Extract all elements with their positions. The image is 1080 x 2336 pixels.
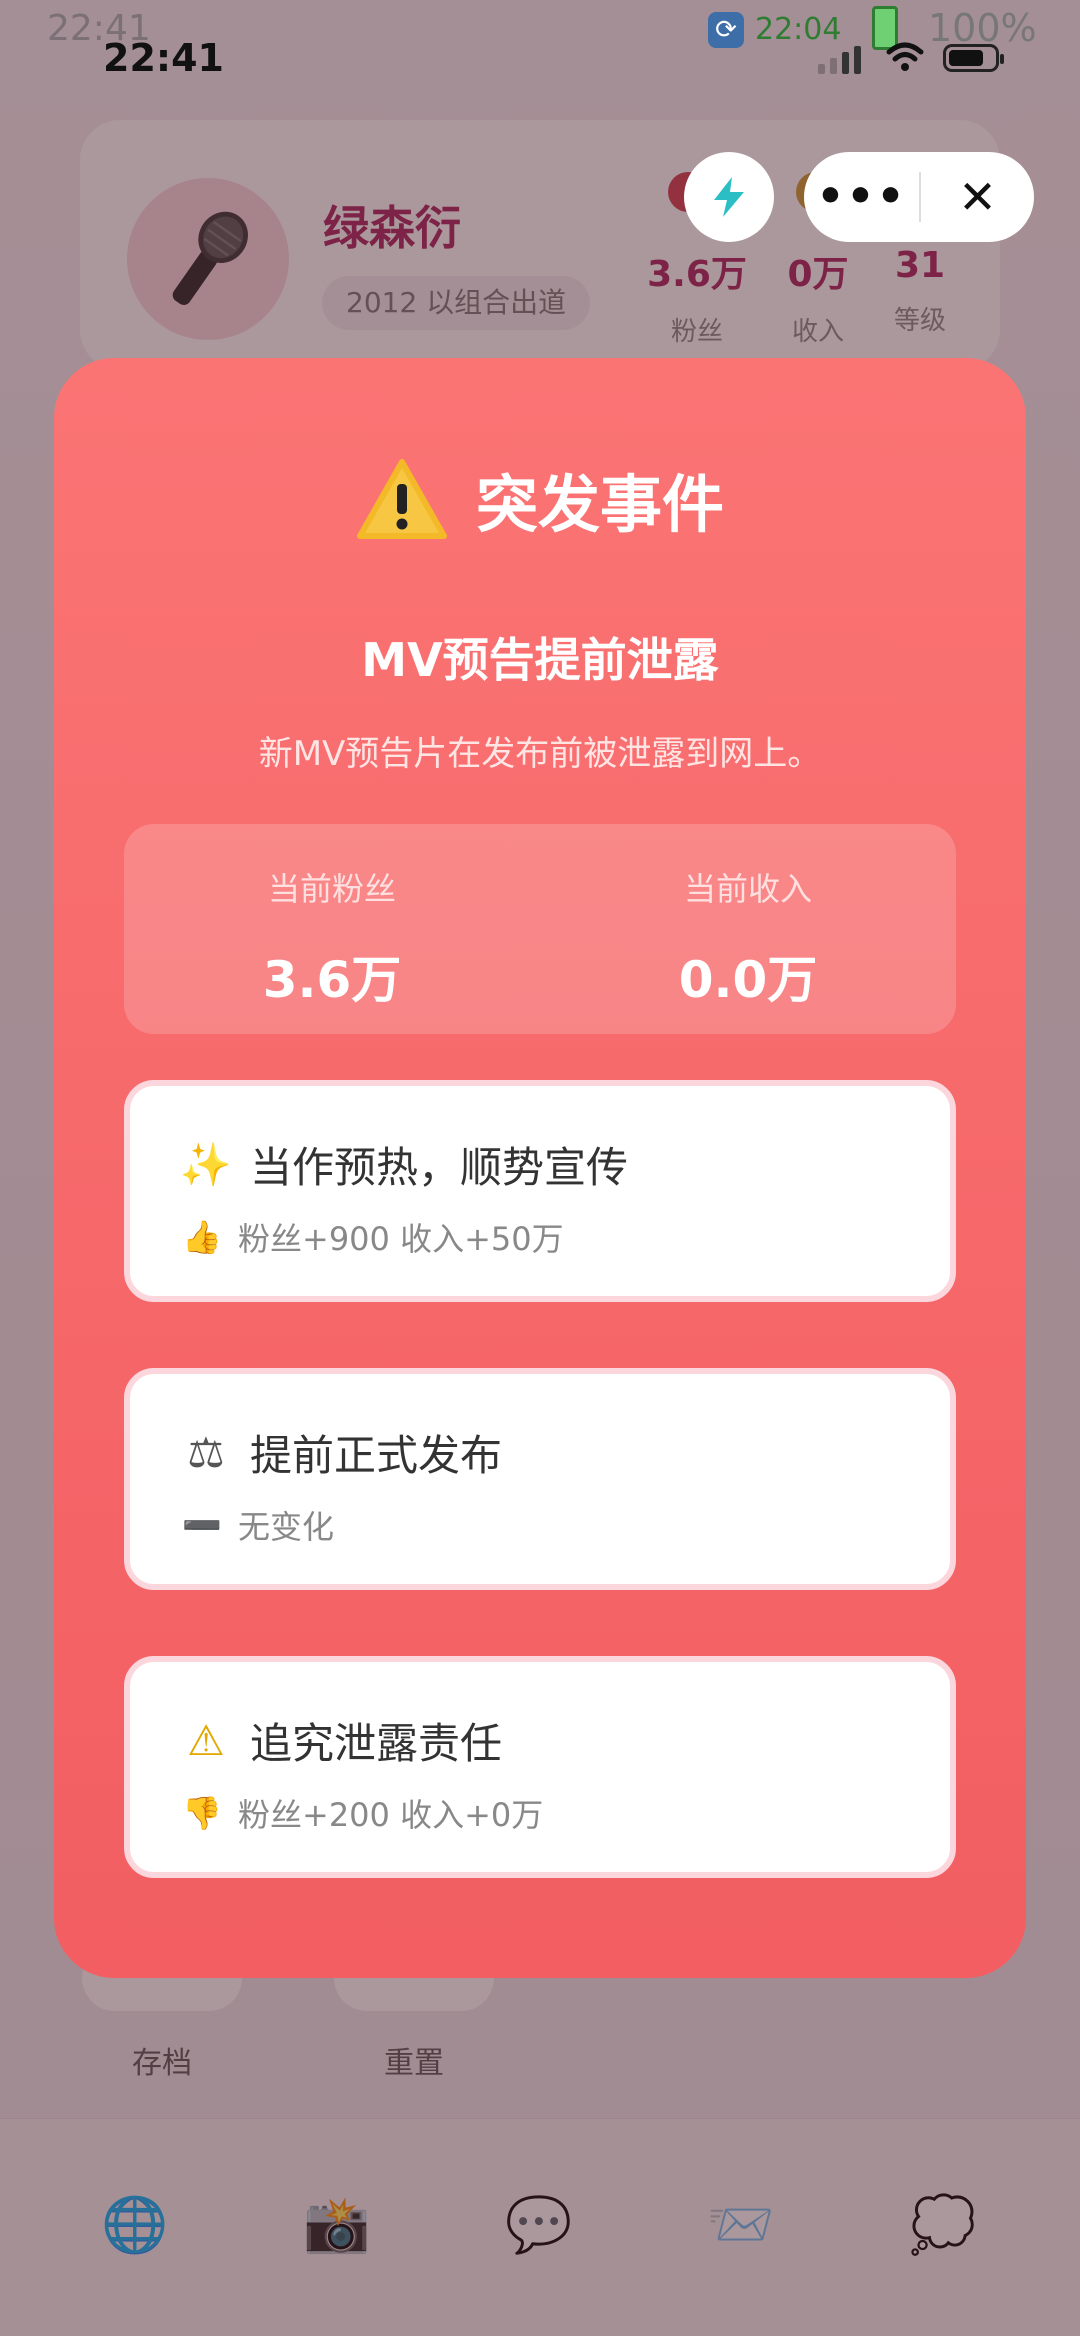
modal-title: 突发事件	[475, 468, 724, 541]
current-fans-label: 当前粉丝	[267, 870, 396, 908]
thumbs-up-icon: 👍	[182, 1218, 222, 1256]
event-description: 新MV预告片在发布前被泄露到网上。	[258, 734, 822, 774]
option-early-release[interactable]: ⚖ 提前正式发布 ➖ 无变化	[124, 1368, 956, 1590]
option-title: 追究泄露责任	[250, 1719, 503, 1768]
option-investigate[interactable]: ⚠ 追究泄露责任 👎 粉丝+200 收入+0万	[124, 1656, 956, 1878]
warning-icon	[356, 459, 447, 539]
option-effect-row: ➖ 无变化	[180, 1502, 334, 1548]
sync-icon: ⟳	[708, 12, 744, 48]
system-time: 22:04	[755, 12, 842, 47]
option-title: 提前正式发布	[250, 1431, 503, 1480]
cellular-signal-icon	[818, 44, 861, 74]
option-effect: 无变化	[238, 1508, 335, 1546]
event-modal: 突发事件 MV预告提前泄露 新MV预告片在发布前被泄露到网上。 当前粉丝 3.6…	[54, 358, 1026, 1978]
thumbs-down-icon: 👎	[182, 1794, 222, 1832]
event-name: MV预告提前泄露	[361, 633, 719, 687]
flash-button[interactable]	[684, 152, 774, 242]
option-effect: 粉丝+200 收入+0万	[238, 1796, 544, 1834]
option-title-row: ⚖ 提前正式发布	[180, 1422, 502, 1483]
current-income-value: 0.0万	[678, 951, 818, 1009]
balance-scale-icon: ⚖	[187, 1428, 225, 1477]
current-income: 当前收入 0.0万	[540, 864, 956, 1012]
mini-program-capsule: ••• ✕	[804, 152, 1034, 242]
option-effect-row: 👍 粉丝+900 收入+50万	[180, 1214, 564, 1260]
clock: 22:41	[103, 36, 224, 80]
current-fans-value: 3.6万	[262, 951, 402, 1009]
current-stats-box: 当前粉丝 3.6万 当前收入 0.0万	[124, 824, 956, 1034]
option-promote[interactable]: ✨ 当作预热，顺势宣传 👍 粉丝+900 收入+50万	[124, 1080, 956, 1302]
option-title-row: ⚠ 追究泄露责任	[180, 1710, 502, 1771]
current-fans: 当前粉丝 3.6万	[124, 864, 540, 1012]
battery-icon	[943, 44, 1004, 72]
option-effect-row: 👎 粉丝+200 收入+0万	[180, 1790, 543, 1836]
lightning-icon	[714, 177, 744, 217]
more-options-button[interactable]: •••	[804, 175, 919, 219]
modal-title-row: 突发事件	[54, 454, 1026, 544]
option-title: 当作预热，顺势宣传	[250, 1143, 629, 1192]
option-title-row: ✨ 当作预热，顺势宣传	[180, 1134, 628, 1195]
wifi-icon	[886, 42, 924, 71]
current-income-label: 当前收入	[683, 870, 812, 908]
status-bar: 22:41 22:41 ⟳ 22:04 100%	[0, 0, 1080, 90]
sparkles-icon: ✨	[179, 1139, 233, 1189]
warning-icon: ⚠	[187, 1716, 225, 1765]
option-effect: 粉丝+900 收入+50万	[238, 1220, 564, 1258]
minus-icon: ➖	[182, 1506, 222, 1544]
close-button[interactable]: ✕	[921, 170, 1034, 224]
